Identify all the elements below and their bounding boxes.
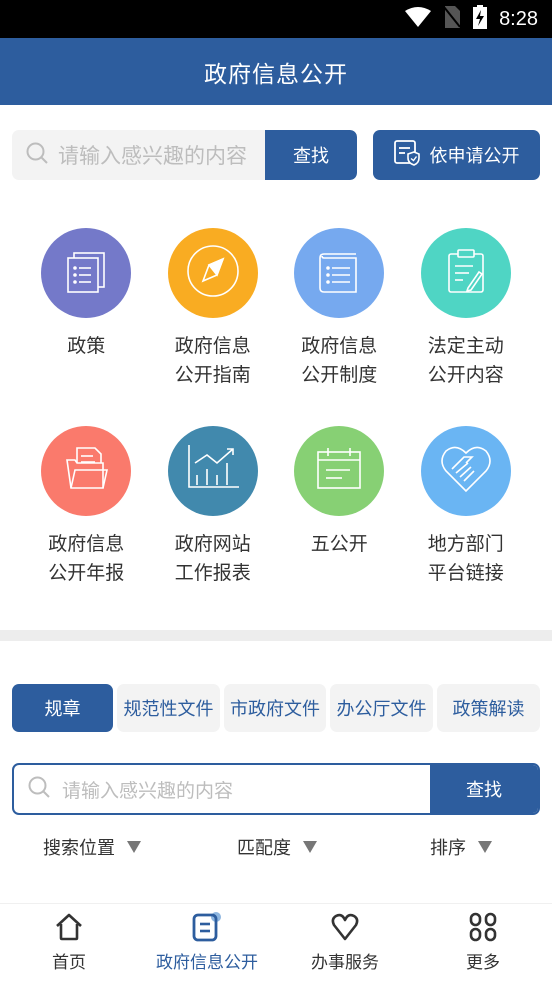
book-icon xyxy=(314,246,364,300)
category-grid: 政策 政府信息 公开指南 政府信息 公开制度 法定主动 公开内容 政府信息 公开… xyxy=(0,228,552,604)
battery-charging-icon xyxy=(473,5,488,33)
grid-item-local-links[interactable]: 地方部门 平台链接 xyxy=(403,426,530,604)
tab-regulations[interactable]: 规章 xyxy=(12,684,113,732)
grid-item-website-report[interactable]: 政府网站 工作报表 xyxy=(150,426,277,604)
dropdown-triangle-icon xyxy=(478,841,492,853)
nav-home[interactable]: 首页 xyxy=(0,904,138,981)
filter-sort[interactable]: 排序 xyxy=(430,834,492,860)
grid-label: 法定主动 公开内容 xyxy=(427,335,504,386)
grid-circle xyxy=(420,426,511,516)
no-sim-icon xyxy=(443,6,461,32)
grid-item-disclosure-system[interactable]: 政府信息 公开制度 xyxy=(276,228,403,406)
nav-label: 更多 xyxy=(466,953,500,973)
dropdown-triangle-icon xyxy=(127,841,141,853)
shield-document-icon xyxy=(393,139,420,171)
grid-circle xyxy=(41,426,132,516)
filter-search-position[interactable]: 搜索位置 xyxy=(43,834,141,860)
content-search-placeholder: 请输入感兴趣的内容 xyxy=(62,779,234,802)
status-bar: 8:28 xyxy=(0,0,552,38)
tab-normative-documents[interactable]: 规范性文件 xyxy=(117,684,220,732)
content-search-button[interactable]: 查找 xyxy=(430,765,538,813)
grid-item-five-disclosures[interactable]: 五公开 xyxy=(276,426,403,604)
heart-icon xyxy=(330,912,360,946)
grid-label: 政府信息 公开制度 xyxy=(301,335,378,386)
grid-circle xyxy=(167,426,258,516)
compass-icon xyxy=(185,243,241,303)
apply-disclosure-button[interactable]: 依申请公开 xyxy=(373,130,540,180)
apply-disclosure-label: 依申请公开 xyxy=(429,146,520,167)
grid-label: 政府网站 工作报表 xyxy=(174,533,251,584)
content-search-input[interactable]: 请输入感兴趣的内容 xyxy=(14,765,430,813)
top-search-button[interactable]: 查找 xyxy=(265,130,357,180)
grid-more-icon xyxy=(468,912,498,946)
nav-label: 办事服务 xyxy=(311,953,379,973)
nav-more[interactable]: 更多 xyxy=(414,904,552,981)
documents-icon xyxy=(61,246,111,300)
top-search-placeholder: 请输入感兴趣的内容 xyxy=(58,144,247,168)
wifi-icon xyxy=(405,7,432,31)
grid-label: 地方部门 平台链接 xyxy=(427,533,504,584)
grid-item-statutory-content[interactable]: 法定主动 公开内容 xyxy=(403,228,530,406)
grid-circle xyxy=(167,228,258,318)
grid-label: 五公开 xyxy=(310,533,368,555)
top-search-bar: 请输入感兴趣的内容 查找 xyxy=(12,130,357,180)
status-time: 8:28 xyxy=(499,7,538,30)
page-title: 政府信息公开 xyxy=(204,61,348,88)
grid-circle xyxy=(294,426,385,516)
tab-office-documents[interactable]: 办公厅文件 xyxy=(330,684,433,732)
home-icon xyxy=(54,912,84,946)
grid-label: 政府信息 公开指南 xyxy=(174,335,251,386)
content-search-bar: 请输入感兴趣的内容 查找 xyxy=(12,763,540,815)
filter-label: 排序 xyxy=(430,838,466,859)
search-icon xyxy=(28,776,50,802)
folder-icon xyxy=(61,444,111,498)
search-icon xyxy=(26,142,48,168)
tab-policy-interpretation[interactable]: 政策解读 xyxy=(437,684,540,732)
top-search-input[interactable]: 请输入感兴趣的内容 xyxy=(12,130,265,180)
dropdown-triangle-icon xyxy=(303,841,317,853)
nav-label: 政府信息公开 xyxy=(156,953,258,973)
grid-circle xyxy=(420,228,511,318)
app-header: 政府信息公开 xyxy=(0,38,552,105)
section-divider xyxy=(0,630,552,641)
tab-city-gov-documents[interactable]: 市政府文件 xyxy=(224,684,326,732)
document-icon xyxy=(191,912,223,946)
calendar-icon xyxy=(314,444,364,498)
grid-circle xyxy=(41,228,132,318)
nav-label: 首页 xyxy=(52,953,86,973)
grid-item-annual-report[interactable]: 政府信息 公开年报 xyxy=(23,426,150,604)
grid-label: 政府信息 公开年报 xyxy=(48,533,125,584)
filter-label: 匹配度 xyxy=(237,838,291,859)
bottom-nav: 首页 政府信息公开 办事服务 更多 xyxy=(0,903,552,981)
filter-relevance[interactable]: 匹配度 xyxy=(237,834,317,860)
category-tabs: 规章 规范性文件 市政府文件 办公厅文件 政策解读 xyxy=(12,684,540,732)
chart-icon xyxy=(185,441,241,501)
filter-label: 搜索位置 xyxy=(43,838,115,859)
clipboard-edit-icon xyxy=(441,246,491,300)
nav-services[interactable]: 办事服务 xyxy=(276,904,414,981)
filter-bar: 搜索位置 匹配度 排序 xyxy=(0,834,552,864)
grid-item-disclosure-guide[interactable]: 政府信息 公开指南 xyxy=(150,228,277,406)
grid-item-policy[interactable]: 政策 xyxy=(23,228,150,406)
nav-gov-info-disclosure[interactable]: 政府信息公开 xyxy=(138,904,276,981)
handshake-icon xyxy=(438,441,494,501)
grid-label: 政策 xyxy=(67,335,106,357)
grid-circle xyxy=(294,228,385,318)
